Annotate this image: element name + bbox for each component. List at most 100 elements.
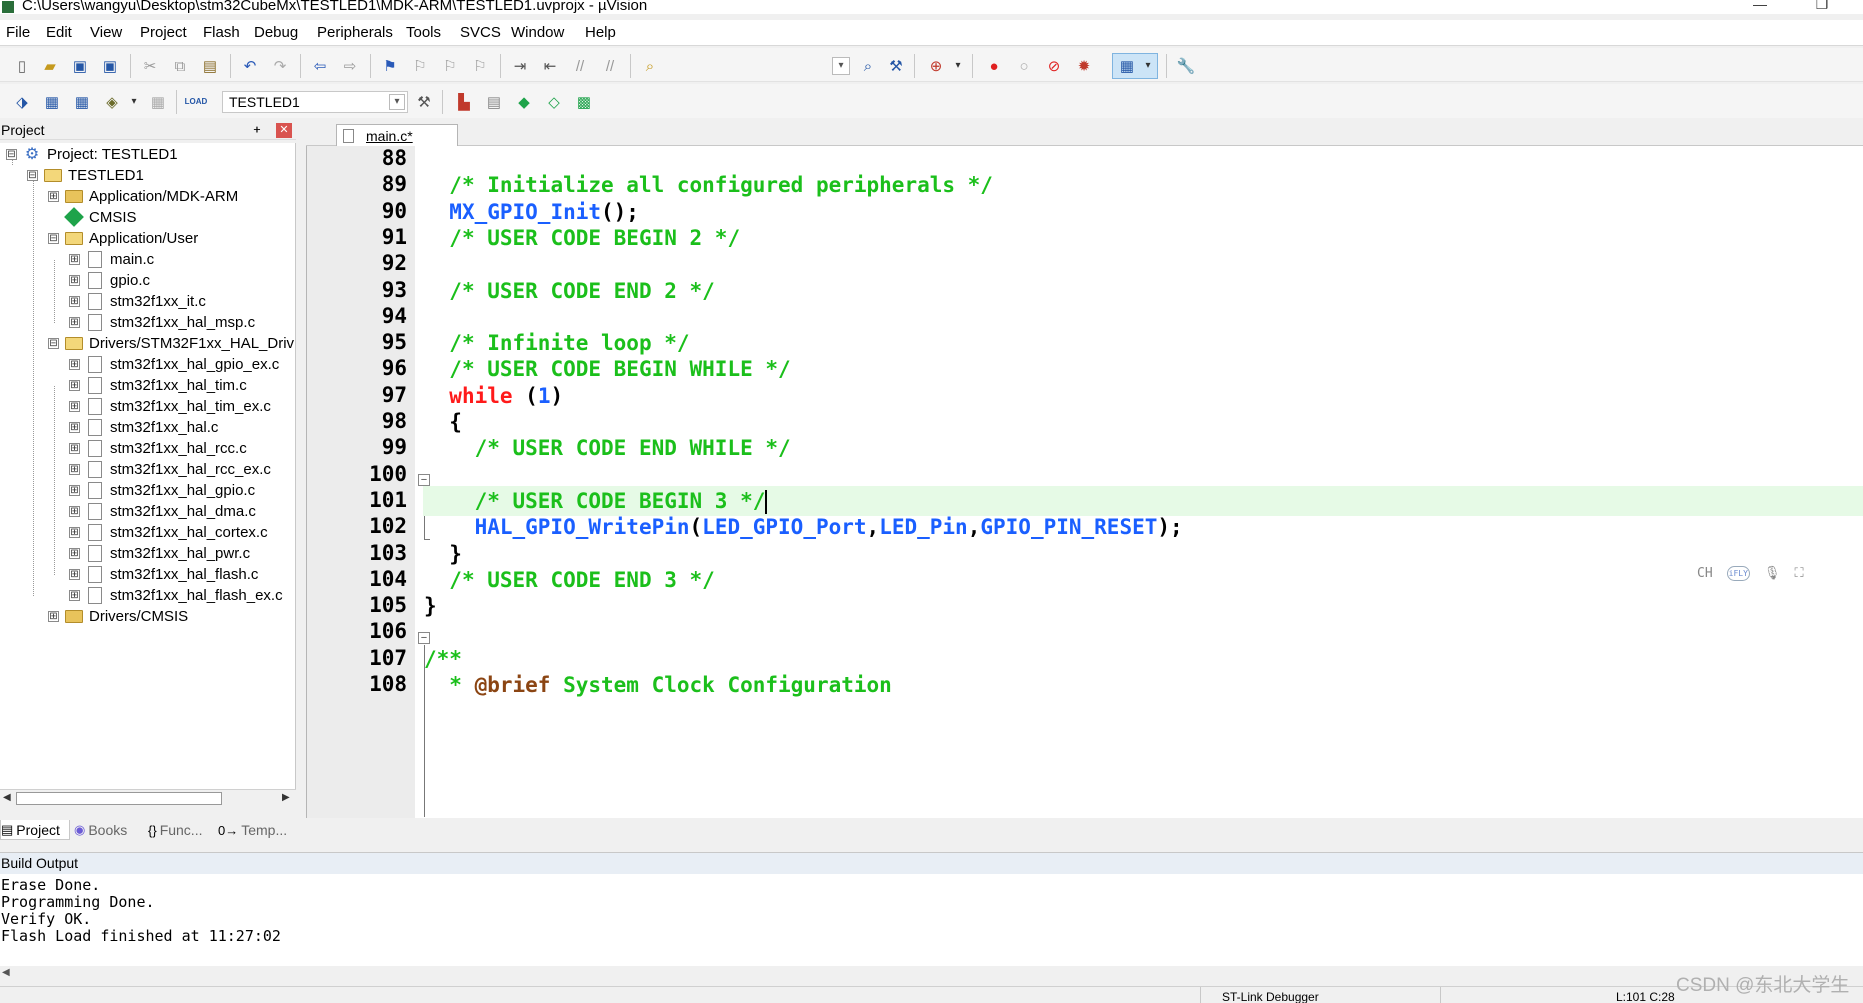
menu-file[interactable]: File bbox=[6, 24, 30, 41]
batch-build-icon[interactable]: ◈ bbox=[102, 92, 122, 112]
disable-breakpoints-icon[interactable]: ⊘ bbox=[1044, 56, 1064, 76]
expand-icon[interactable]: ⊞ bbox=[69, 547, 80, 559]
scroll-right-icon[interactable]: ▶ bbox=[282, 792, 290, 803]
open-file-icon[interactable]: ▰ bbox=[40, 56, 60, 76]
ime-language-indicator[interactable]: CH bbox=[1697, 566, 1713, 581]
configure-icon[interactable]: 🔧 bbox=[1176, 56, 1196, 76]
code-line[interactable]: /* USER CODE BEGIN WHILE */ bbox=[424, 357, 790, 381]
tree-item[interactable]: ⊞ stm32f1xx_it.c bbox=[69, 290, 206, 312]
code-line[interactable]: while (1) bbox=[424, 384, 563, 408]
code-editor[interactable]: 88 89 90 91 92 93 94 95 96 97 98 99 100 101 102 103 104 1… bbox=[306, 146, 1863, 818]
menu-peripherals[interactable]: Peripherals bbox=[317, 24, 393, 41]
navigate-forward-icon[interactable]: ⇨ bbox=[340, 56, 360, 76]
maximize-button[interactable]: ❐ bbox=[1802, 0, 1842, 12]
tree-item[interactable]: ⊟ Application/User bbox=[48, 227, 198, 249]
stop-build-icon[interactable]: ▦ bbox=[148, 92, 168, 112]
clear-bookmarks-icon[interactable]: ⚐ bbox=[470, 56, 490, 76]
batch-build-dropdown-icon[interactable]: ▾ bbox=[124, 92, 144, 112]
tree-item[interactable]: ⊞ Application/MDK-ARM bbox=[48, 185, 238, 207]
undo-icon[interactable]: ↶ bbox=[240, 56, 260, 76]
expand-icon[interactable]: ⊞ bbox=[69, 505, 80, 517]
window-layout-icon[interactable]: ▦ bbox=[1117, 56, 1137, 76]
load-download-icon[interactable]: LOAD bbox=[185, 92, 208, 112]
code-line[interactable]: * @brief System Clock Configuration bbox=[424, 673, 892, 697]
cut-icon[interactable]: ✂ bbox=[140, 56, 160, 76]
code-line[interactable]: /* Infinite loop */ bbox=[424, 331, 689, 355]
expand-icon[interactable]: ⊞ bbox=[69, 421, 80, 433]
expand-icon[interactable]: ⊞ bbox=[69, 253, 80, 265]
navigate-back-icon[interactable]: ⇦ bbox=[310, 56, 330, 76]
code-line[interactable]: HAL_GPIO_WritePin(LED_GPIO_Port,LED_Pin,… bbox=[424, 515, 1183, 539]
expand-icon[interactable]: ⊞ bbox=[69, 400, 80, 412]
tree-item[interactable]: CMSIS bbox=[48, 206, 137, 228]
expand-icon[interactable]: ⊞ bbox=[69, 274, 80, 286]
collapse-icon[interactable]: ⊟ bbox=[48, 337, 59, 349]
tree-item[interactable]: ⊞ stm32f1xx_hal_tim_ex.c bbox=[69, 395, 271, 417]
target-select[interactable]: TESTLED1 ▾ bbox=[222, 91, 408, 113]
tree-item[interactable]: ⊞ Drivers/CMSIS bbox=[48, 605, 188, 627]
code-line[interactable]: /* USER CODE BEGIN 2 */ bbox=[424, 226, 740, 250]
code-line[interactable]: MX_GPIO_Init(); bbox=[424, 200, 639, 224]
tab-templates[interactable]: 0→ Temp... bbox=[218, 820, 292, 840]
close-icon[interactable]: ✕ bbox=[276, 123, 292, 138]
code-line[interactable]: /* USER CODE END WHILE */ bbox=[424, 436, 791, 460]
menu-tools[interactable]: Tools bbox=[406, 24, 441, 41]
tree-item[interactable]: ⊞ stm32f1xx_hal_gpio.c bbox=[69, 479, 255, 501]
incremental-find-icon[interactable]: ⚒ bbox=[886, 56, 906, 76]
scroll-left-icon[interactable]: ◀ bbox=[3, 792, 11, 803]
tree-item[interactable]: ⊞ stm32f1xx_hal_rcc_ex.c bbox=[69, 458, 271, 480]
manage-rte-icon[interactable]: ◆ bbox=[514, 92, 534, 112]
code-line[interactable]: } bbox=[424, 542, 462, 566]
expand-icon[interactable]: ⊞ bbox=[69, 526, 80, 538]
indent-icon[interactable]: ⇥ bbox=[510, 56, 530, 76]
tab-main-c[interactable]: main.c* bbox=[336, 124, 458, 146]
tree-item[interactable]: ⊞ stm32f1xx_hal_cortex.c bbox=[69, 521, 268, 543]
tab-books[interactable]: ◉ Books bbox=[74, 820, 142, 840]
expand-icon[interactable]: ⛶ bbox=[1794, 566, 1803, 581]
tree-item[interactable]: ⊞ stm32f1xx_hal_flash.c bbox=[69, 563, 258, 585]
uncomment-icon[interactable]: // bbox=[600, 56, 620, 76]
code-line[interactable]: /* USER CODE END 3 */ bbox=[424, 568, 715, 592]
tab-functions[interactable]: {} Func... bbox=[148, 820, 214, 840]
tree-item[interactable]: ⊞ main.c bbox=[69, 248, 154, 270]
new-file-icon[interactable]: ▯ bbox=[12, 56, 32, 76]
ime-logo-icon[interactable]: iFLY bbox=[1726, 566, 1750, 581]
prev-bookmark-icon[interactable]: ⚐ bbox=[410, 56, 430, 76]
manage-project-items-icon[interactable]: ▙ bbox=[454, 92, 474, 112]
expand-icon[interactable]: ⊞ bbox=[69, 295, 80, 307]
debug-dropdown-icon[interactable]: ▾ bbox=[948, 56, 968, 76]
menu-project[interactable]: Project bbox=[140, 24, 187, 41]
project-horizontal-scrollbar[interactable]: ◀ ▶ bbox=[0, 789, 296, 807]
enable-breakpoint-icon[interactable]: ○ bbox=[1014, 56, 1034, 76]
menu-debug[interactable]: Debug bbox=[254, 24, 298, 41]
menu-help[interactable]: Help bbox=[585, 24, 616, 41]
fold-collapse-icon[interactable]: − bbox=[418, 474, 430, 486]
target-options-icon[interactable]: ⚒ bbox=[414, 92, 434, 112]
tree-item[interactable]: ⊞ stm32f1xx_hal.c bbox=[69, 416, 218, 438]
code-line[interactable]: { bbox=[424, 410, 462, 434]
stm32cubemx-icon[interactable]: ▩ bbox=[574, 92, 594, 112]
tab-project[interactable]: ▤ Project bbox=[0, 820, 70, 840]
code-line[interactable]: /* Initialize all configured peripherals… bbox=[424, 173, 993, 197]
scrollbar-thumb[interactable] bbox=[16, 792, 222, 805]
rebuild-icon[interactable]: ▦ bbox=[72, 92, 92, 112]
expand-icon[interactable]: ⊞ bbox=[69, 442, 80, 454]
save-all-icon[interactable]: ▣ bbox=[100, 56, 120, 76]
collapse-icon[interactable]: ⊟ bbox=[6, 148, 17, 160]
paste-icon[interactable]: ▤ bbox=[200, 56, 220, 76]
expand-icon[interactable]: ⊞ bbox=[69, 379, 80, 391]
translate-icon[interactable]: ⬗ bbox=[12, 92, 32, 112]
copy-icon[interactable]: ⧉ bbox=[170, 56, 190, 76]
redo-icon[interactable]: ↷ bbox=[270, 56, 290, 76]
menu-svcs[interactable]: SVCS bbox=[460, 24, 501, 41]
tree-item[interactable]: ⊞ stm32f1xx_hal_msp.c bbox=[69, 311, 255, 333]
tree-item[interactable]: ⊞ gpio.c bbox=[69, 269, 150, 291]
menu-edit[interactable]: Edit bbox=[46, 24, 72, 41]
insert-breakpoint-icon[interactable]: ● bbox=[984, 56, 1004, 76]
expand-icon[interactable]: ⊞ bbox=[69, 316, 80, 328]
window-layout-dropdown-icon[interactable]: ▾ bbox=[1138, 56, 1158, 76]
find-combo-dropdown[interactable]: ▾ bbox=[832, 57, 850, 75]
tree-item[interactable]: ⊞ stm32f1xx_hal_rcc.c bbox=[69, 437, 247, 459]
build-icon[interactable]: ▦ bbox=[42, 92, 62, 112]
bookmark-icon[interactable]: ⚑ bbox=[380, 56, 400, 76]
